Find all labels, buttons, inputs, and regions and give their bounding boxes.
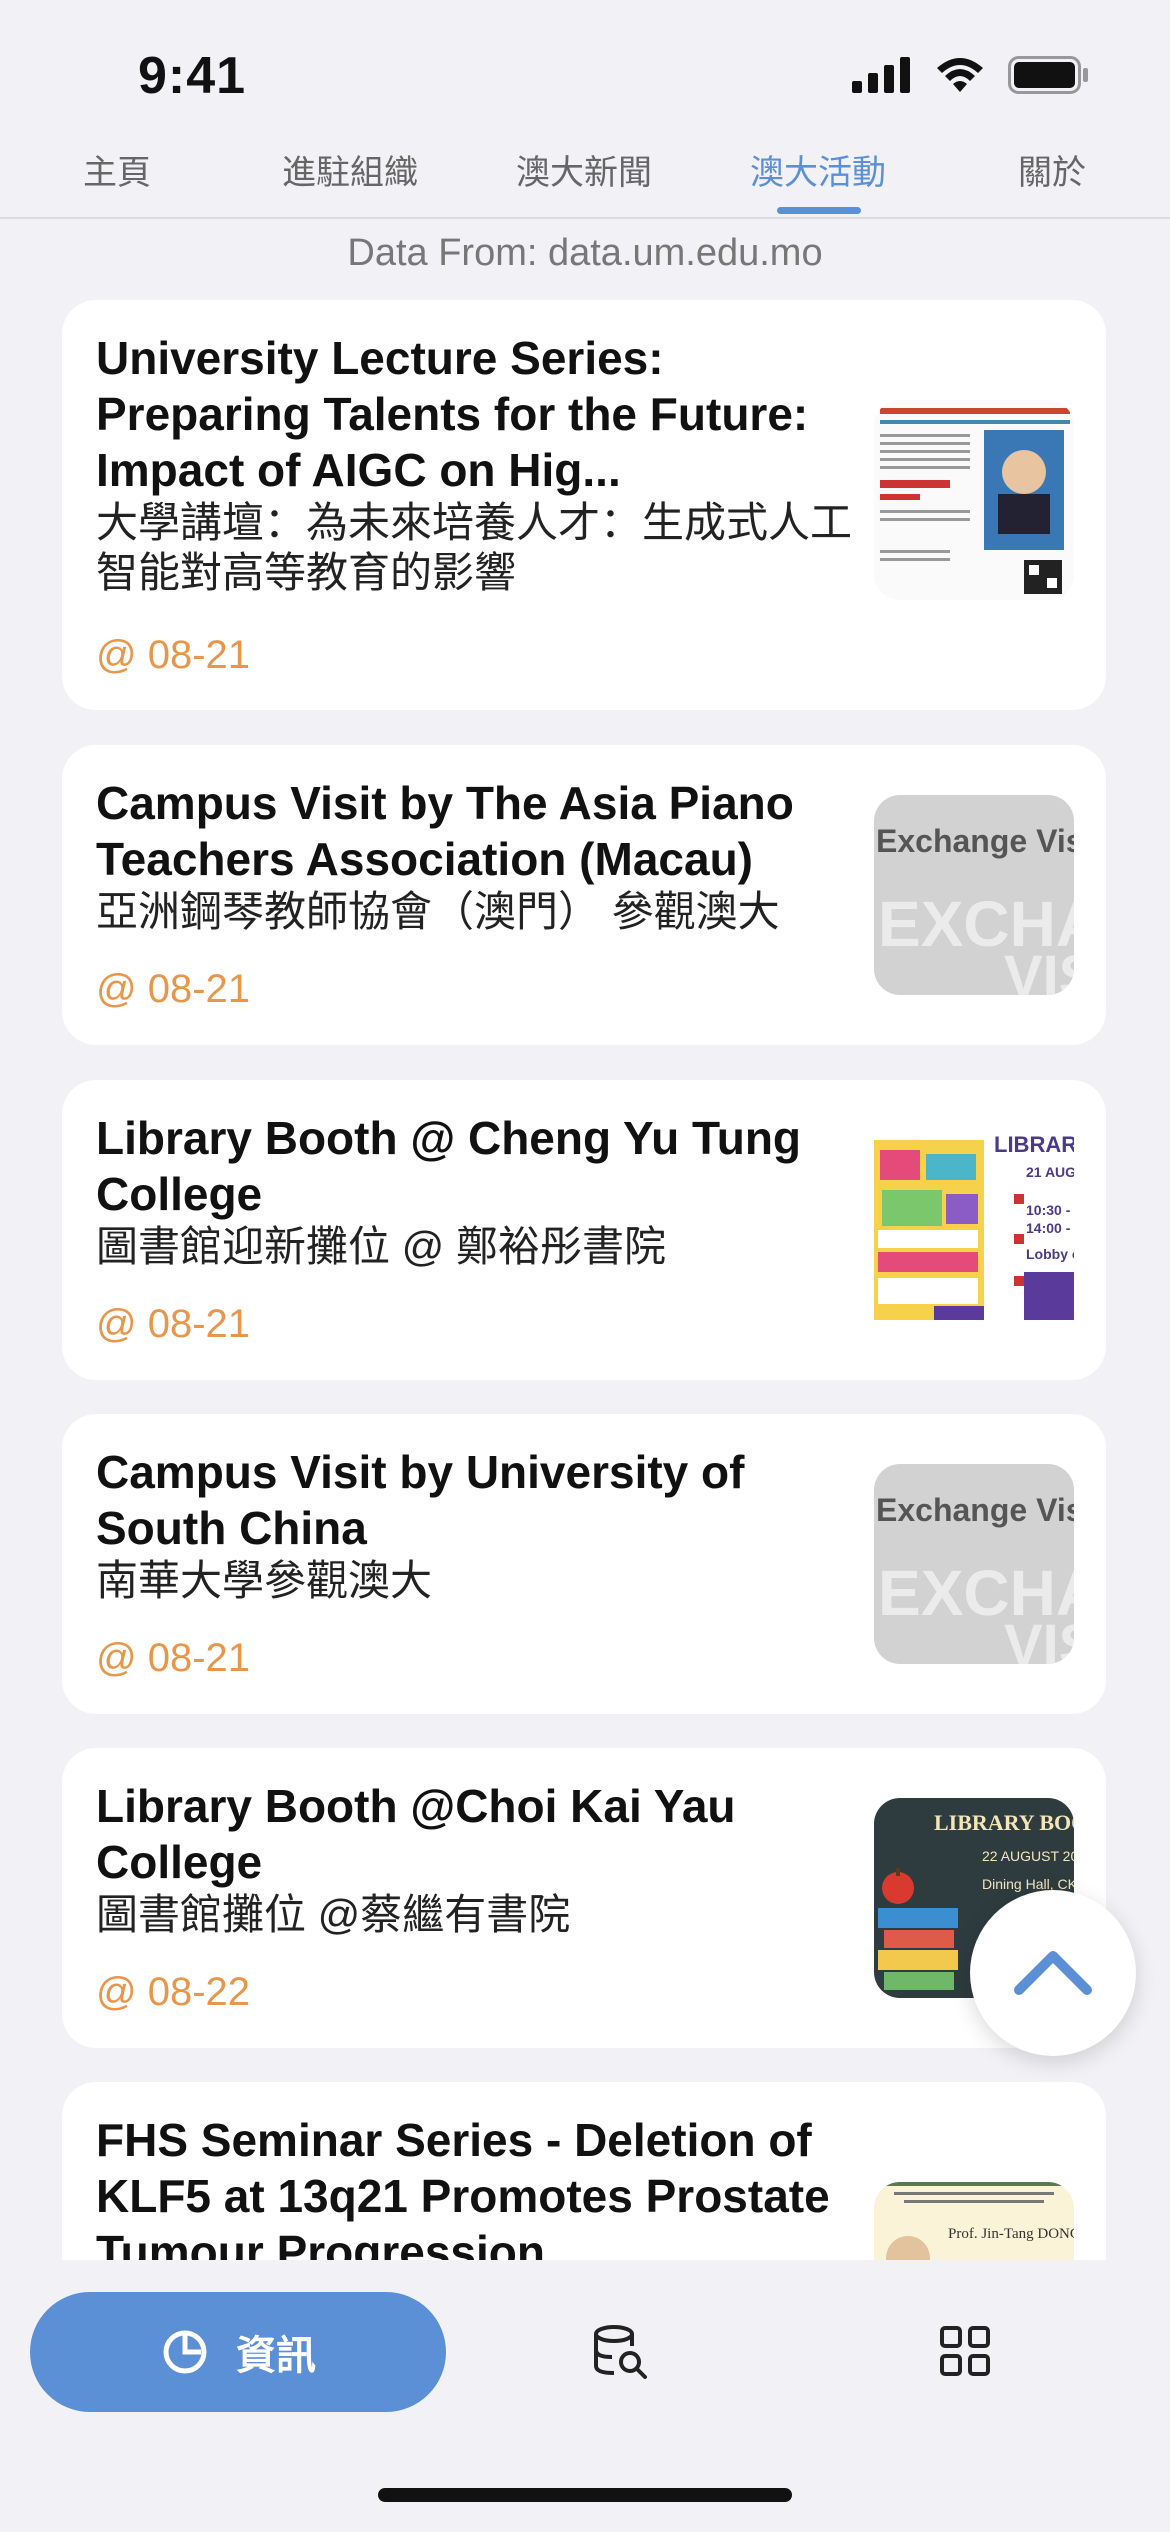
thumbnail-watermark-2: VISIT bbox=[1004, 1613, 1074, 1664]
tab-home[interactable]: 主頁 bbox=[83, 145, 151, 194]
wifi-icon bbox=[937, 58, 983, 92]
thumbnail-time-2: 14:00 - 16: bbox=[1026, 1220, 1074, 1236]
event-thumbnail: Exchange Visit EXCHANGE VISIT bbox=[874, 795, 1074, 995]
event-card[interactable]: Library Booth @Choi Kai Yau College 圖書館攤… bbox=[62, 1748, 1106, 2048]
nav-info-button[interactable]: 資訊 bbox=[30, 2292, 446, 2412]
tab-about[interactable]: 關於 bbox=[1018, 145, 1086, 194]
thumbnail-date: 21 AUGUS bbox=[1026, 1164, 1074, 1180]
seminar-poster-image bbox=[874, 2182, 1074, 2260]
tab-um-events[interactable]: 澳大活動 bbox=[750, 145, 886, 194]
tab-um-news[interactable]: 澳大新聞 bbox=[516, 145, 652, 194]
event-title: Campus Visit by The Asia Piano Teachers … bbox=[96, 777, 794, 885]
event-title: Campus Visit by University of South Chin… bbox=[96, 1446, 745, 1554]
event-thumbnail: Prof. Jin-Tang DONG bbox=[874, 2182, 1074, 2260]
status-bar: 9:41 bbox=[0, 0, 1170, 135]
active-tab-indicator bbox=[777, 207, 861, 214]
cellular-signal-icon bbox=[852, 57, 910, 93]
tab-organizations[interactable]: 進駐組織 bbox=[282, 145, 418, 194]
thumbnail-caption: Exchange Visit bbox=[876, 823, 1074, 859]
thumbnail-place: Lobby of C bbox=[1026, 1246, 1074, 1262]
event-subtitle: 南華大學參觀澳大 bbox=[96, 1557, 433, 1604]
home-indicator bbox=[378, 2488, 792, 2502]
thumbnail-caption: LIBRARY BOO bbox=[934, 1810, 1074, 1835]
grid-icon bbox=[940, 2326, 990, 2376]
event-card[interactable]: FHS Seminar Series - Deletion of KLF5 at… bbox=[62, 2082, 1106, 2260]
chevron-up-icon bbox=[1014, 1951, 1092, 1995]
event-title: Library Booth @ Cheng Yu Tung College bbox=[96, 1112, 802, 1220]
event-card[interactable]: University Lecture Series: Preparing Tal… bbox=[62, 300, 1106, 710]
event-date: @ 08-22 bbox=[96, 1970, 251, 2014]
event-thumbnail: Exchange Visit EXCHANGE VISIT bbox=[874, 1464, 1074, 1664]
nav-apps-button[interactable] bbox=[938, 2324, 992, 2383]
news-icon bbox=[163, 2330, 207, 2374]
thumbnail-caption: Exchange Visit bbox=[876, 1492, 1074, 1528]
event-title: University Lecture Series: Preparing Tal… bbox=[96, 332, 809, 496]
event-subtitle: 圖書館攤位 @蔡繼有書院 bbox=[96, 1891, 571, 1938]
scroll-to-top-button[interactable] bbox=[970, 1890, 1136, 2056]
thumbnail-date: 22 AUGUST 20 bbox=[982, 1848, 1074, 1864]
event-date: @ 08-21 bbox=[96, 967, 251, 1011]
event-card[interactable]: Campus Visit by The Asia Piano Teachers … bbox=[62, 745, 1106, 1045]
thumbnail-caption: LIBRARY bbox=[994, 1132, 1074, 1157]
event-thumbnail bbox=[874, 400, 1074, 600]
event-date: @ 08-21 bbox=[96, 1636, 251, 1680]
event-thumbnail: LIBRARY 21 AUGUS 10:30 - 12: 14:00 - 16:… bbox=[874, 1130, 1074, 1330]
data-source-label: Data From: data.um.edu.mo bbox=[347, 232, 823, 274]
thumbnail-caption: Prof. Jin-Tang DONG bbox=[948, 2226, 1074, 2242]
event-date: @ 08-21 bbox=[96, 1302, 251, 1346]
database-search-icon bbox=[594, 2325, 647, 2379]
top-tab-bar: 主頁 進駐組織 澳大新聞 澳大活動 關於 bbox=[0, 135, 1170, 219]
event-title: Library Booth @Choi Kai Yau College bbox=[96, 1780, 736, 1888]
thumbnail-time: 10:30 - 12: bbox=[1026, 1202, 1074, 1218]
event-title: FHS Seminar Series - Deletion of KLF5 at… bbox=[96, 2114, 830, 2260]
status-time: 9:41 bbox=[138, 47, 247, 105]
event-subtitle: 大學講壇：為未來培養人才：生成式人工智能對高等教育的影響 bbox=[96, 499, 853, 596]
event-subtitle: 亞洲鋼琴教師協會（澳門） 參觀澳大 bbox=[96, 888, 780, 935]
event-card[interactable]: Campus Visit by University of South Chin… bbox=[62, 1414, 1106, 1714]
event-card[interactable]: Library Booth @ Cheng Yu Tung College 圖書… bbox=[62, 1080, 1106, 1380]
event-date: @ 08-21 bbox=[96, 633, 251, 677]
nav-info-label: 資訊 bbox=[236, 2334, 316, 2378]
lecture-poster-image bbox=[874, 400, 1074, 600]
thumbnail-watermark-2: VISIT bbox=[1004, 944, 1074, 995]
status-icons bbox=[852, 56, 1090, 94]
nav-database-button[interactable] bbox=[590, 2322, 650, 2387]
events-list[interactable]: University Lecture Series: Preparing Tal… bbox=[62, 300, 1106, 2260]
event-subtitle: 圖書館迎新攤位 @ 鄭裕彤書院 bbox=[96, 1223, 666, 1270]
battery-icon bbox=[1008, 56, 1088, 94]
